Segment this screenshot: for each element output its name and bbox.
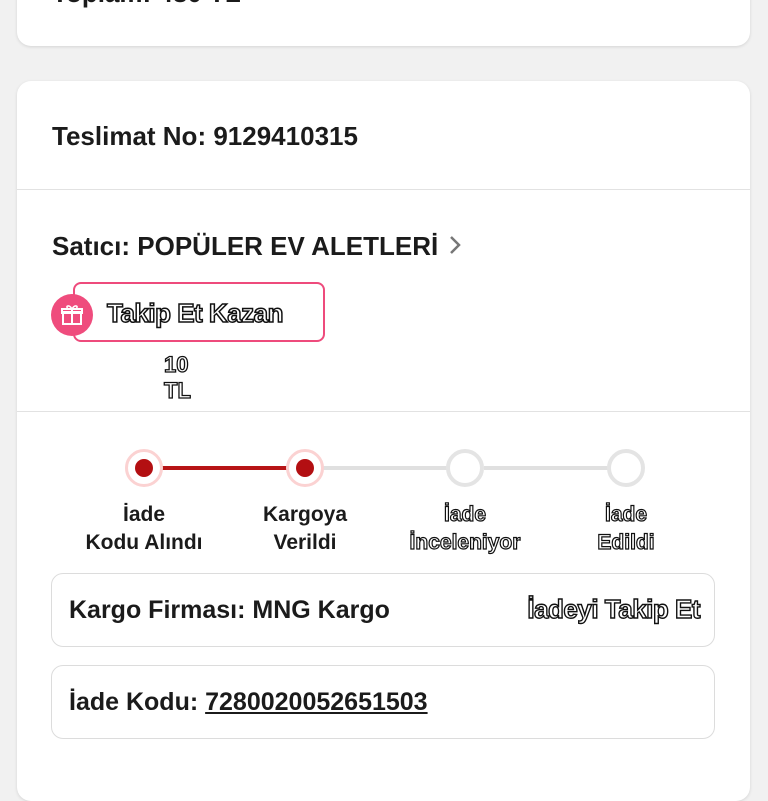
step-4-dot — [607, 449, 645, 487]
follow-and-earn-label: Takip Et Kazan — [106, 297, 284, 329]
chevron-right-icon — [448, 234, 462, 260]
cargo-company-label: Kargo Firması: — [69, 596, 246, 624]
track-return-link[interactable]: İadeyi Takip Et — [527, 593, 702, 625]
seller-link[interactable]: Satıcı: POPÜLER EV ALETLERİ — [52, 231, 462, 262]
step-2-dot — [286, 449, 324, 487]
cargo-company: Kargo Firması: MNG Kargo — [69, 596, 390, 625]
delivery-card: Teslimat No: 9129410315 Satıcı: POPÜLER … — [17, 81, 750, 801]
cargo-company-name: MNG Kargo — [252, 596, 390, 624]
return-code-value[interactable]: 7280020052651503 — [205, 688, 427, 716]
step-4-label: İade Edildi — [597, 502, 655, 554]
step-1-label: İade Kodu Alındı — [85, 503, 203, 554]
divider — [17, 189, 750, 190]
step-1-dot — [125, 449, 163, 487]
step-2-label: Kargoya Verildi — [262, 503, 348, 554]
delivery-number-value: 9129410315 — [213, 121, 358, 151]
return-code-box: İade Kodu: 7280020052651503 — [51, 665, 715, 739]
seller-name: POPÜLER EV ALETLERİ — [137, 231, 439, 261]
seller-label: Satıcı: — [52, 231, 131, 261]
delivery-number-label: Teslimat No: — [52, 121, 207, 151]
gift-icon — [51, 294, 93, 336]
step-3-dot — [446, 449, 484, 487]
delivery-number: Teslimat No: 9129410315 — [52, 121, 358, 152]
progress-line-pending — [323, 466, 449, 470]
order-summary-card: Toplam: 480 TL — [17, 0, 750, 46]
follow-reward-amount: 10 TL — [163, 351, 191, 403]
progress-line-done — [162, 466, 289, 470]
cargo-company-box: Kargo Firması: MNG Kargo İadeyi Takip Et — [51, 573, 715, 647]
divider — [17, 411, 750, 412]
return-progress-tracker: İade Kodu Alındı Kargoya Verildi İade İn… — [17, 441, 750, 561]
step-3-label: İade İnceleniyor — [409, 502, 521, 554]
return-code: İade Kodu: 7280020052651503 — [69, 688, 428, 717]
follow-and-earn-button[interactable]: Takip Et Kazan — [73, 282, 325, 342]
return-code-label: İade Kodu: — [69, 688, 199, 716]
order-total: Toplam: 480 TL — [52, 0, 241, 9]
progress-line-pending — [484, 466, 610, 470]
